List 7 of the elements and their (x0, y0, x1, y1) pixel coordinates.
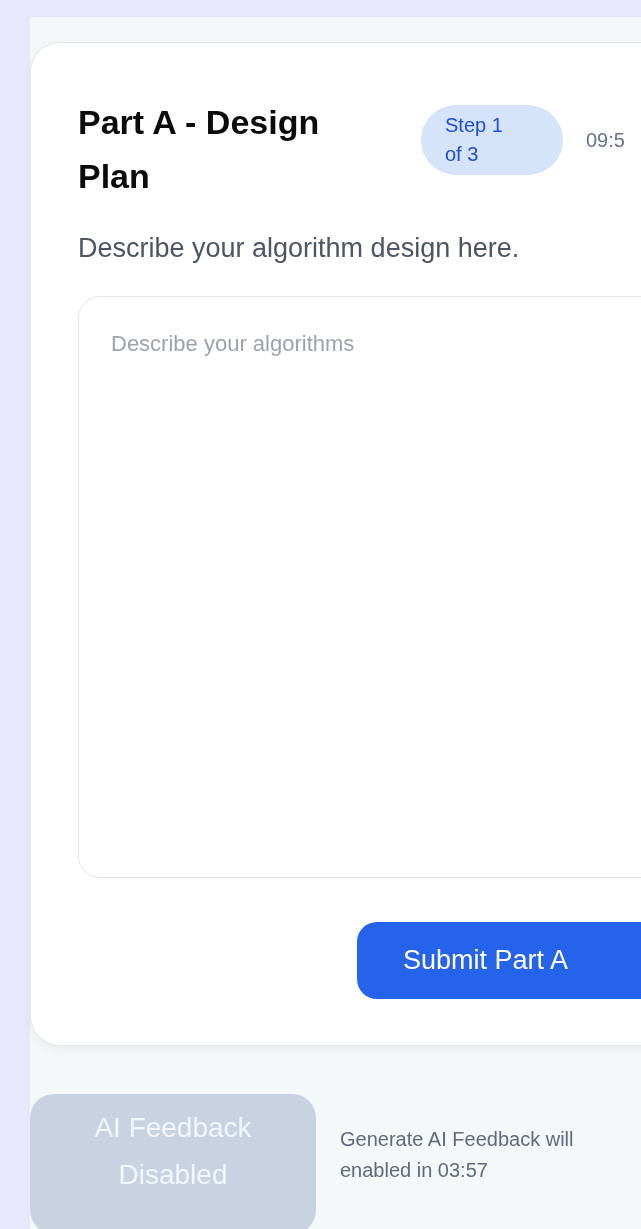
step-badge: Step 1 of 3 (421, 105, 563, 175)
part-title: Part A - Design Plan (78, 102, 321, 197)
prompt-text: Describe your algorithm design here. (78, 233, 521, 264)
submit-button[interactable]: Submit Part A (357, 922, 641, 999)
answer-field[interactable]: Describe your algorithms (78, 296, 641, 878)
feedback-note: Generate AI Feedback will enabled in 03:57 (340, 1127, 574, 1183)
timer-text: 09:5 (586, 129, 625, 152)
